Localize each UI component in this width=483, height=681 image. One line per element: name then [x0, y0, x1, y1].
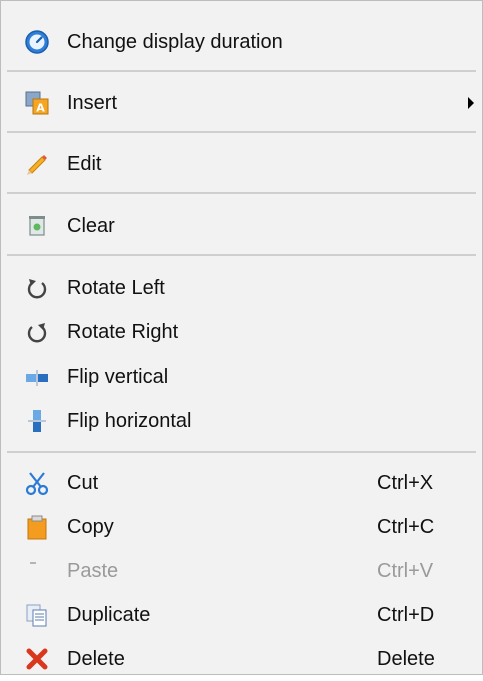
menu-item-shortcut: Ctrl+V [377, 560, 434, 582]
menu-item-change-display-duration[interactable]: Change display duration [1, 20, 482, 64]
menu-item-label: Flip vertical [67, 366, 169, 388]
duplicate-icon [23, 601, 51, 629]
scissors-icon [23, 469, 51, 497]
menu-item-shortcut: Ctrl+C [377, 516, 435, 538]
menu-separator [7, 131, 476, 133]
menu-item-flip-horizontal[interactable]: Flip horizontal [1, 399, 482, 443]
menu-separator [7, 254, 476, 256]
delete-icon [23, 645, 51, 673]
menu-item-label: Rotate Right [67, 321, 179, 343]
menu-item-label: Flip horizontal [67, 410, 192, 432]
menu-item-label: Duplicate [67, 604, 151, 626]
menu-item-shortcut: Ctrl+D [377, 604, 435, 626]
menu-item-copy[interactable]: Copy Ctrl+C [1, 505, 482, 549]
menu-item-clear[interactable]: Clear [1, 204, 482, 248]
menu-item-label: Change display duration [67, 31, 283, 53]
flip-vertical-icon [23, 363, 51, 391]
menu-item-rotate-left[interactable]: Rotate Left [1, 266, 482, 310]
menu-item-rotate-right[interactable]: Rotate Right [1, 310, 482, 354]
menu-item-flip-vertical[interactable]: Flip vertical [1, 355, 482, 399]
insert-icon: A [23, 89, 51, 117]
menu-item-duplicate[interactable]: Duplicate Ctrl+D [1, 593, 482, 637]
menu-item-label: Clear [67, 215, 115, 237]
paste-icon [23, 557, 51, 585]
menu-separator [7, 192, 476, 194]
menu-item-label: Paste [67, 560, 119, 582]
rotate-left-icon [23, 274, 51, 302]
menu-item-label: Edit [67, 153, 102, 175]
copy-icon [23, 513, 51, 541]
clear-icon [23, 212, 51, 240]
menu-item-label: Cut [67, 472, 99, 494]
menu-item-paste: Paste Ctrl+V [1, 549, 482, 593]
menu-item-cut[interactable]: Cut Ctrl+X [1, 461, 482, 505]
pencil-icon [23, 150, 51, 178]
menu-item-label: Delete [67, 648, 125, 670]
menu-item-delete[interactable]: Delete Delete [1, 637, 482, 681]
menu-item-edit[interactable]: Edit [1, 142, 482, 186]
submenu-arrow-icon [468, 97, 474, 109]
menu-item-shortcut: Delete [377, 648, 435, 670]
stopwatch-icon [23, 28, 51, 56]
rotate-right-icon [23, 318, 51, 346]
menu-separator [7, 70, 476, 72]
menu-item-insert[interactable]: A Insert [1, 81, 482, 125]
flip-horizontal-icon [23, 407, 51, 435]
context-menu: Change display duration A Insert Edit Cl… [0, 0, 483, 675]
menu-separator [7, 451, 476, 453]
menu-item-label: Insert [67, 92, 118, 114]
menu-item-label: Rotate Left [67, 277, 165, 299]
svg-text:A: A [36, 102, 45, 115]
menu-item-label: Copy [67, 516, 114, 538]
menu-item-shortcut: Ctrl+X [377, 472, 434, 494]
